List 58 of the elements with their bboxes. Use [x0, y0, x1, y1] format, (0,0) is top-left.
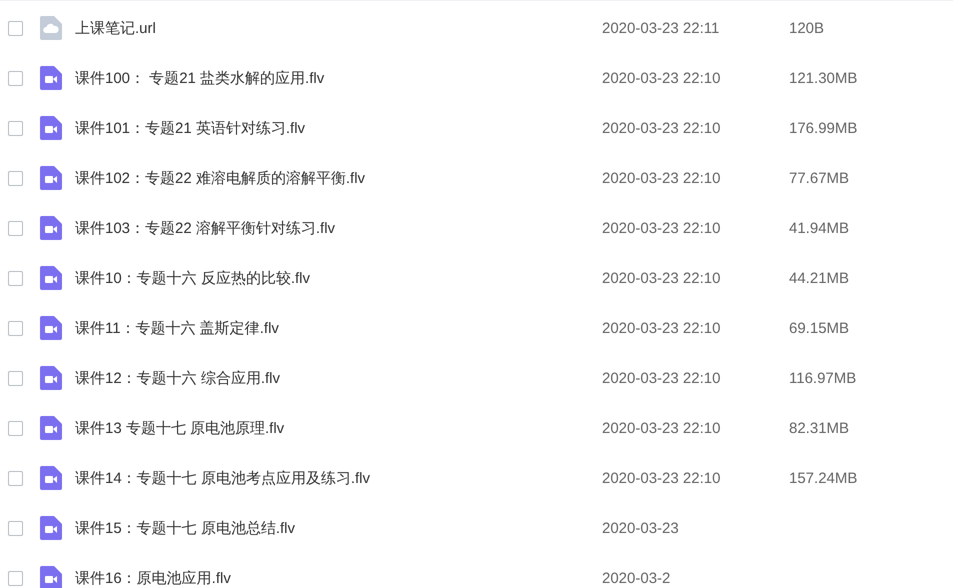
file-name[interactable]: 课件101：专题21 英语针对练习.flv [75, 118, 602, 138]
file-size: 77.67MB [789, 170, 850, 186]
file-size: 44.21MB [789, 270, 850, 286]
modified-date: 2020-03-23 22:10 [602, 270, 722, 286]
file-name[interactable]: 课件13 专题十七 原电池原理.flv [75, 418, 602, 438]
video-file-icon [40, 66, 62, 90]
file-name[interactable]: 课件102：专题22 难溶电解质的溶解平衡.flv [75, 168, 602, 188]
checkbox[interactable] [8, 270, 23, 286]
checkbox[interactable] [8, 320, 23, 336]
modified-date: 2020-03-23 [602, 520, 680, 536]
checkbox[interactable] [8, 470, 23, 486]
file-name[interactable]: 上课笔记.url [75, 18, 602, 38]
checkbox[interactable] [8, 370, 23, 386]
file-name[interactable]: 课件14：专题十七 原电池考点应用及练习.flv [75, 468, 602, 488]
file-name[interactable]: 课件12：专题十六 综合应用.flv [75, 368, 602, 388]
file-name[interactable]: 课件15：专题十七 原电池总结.flv [75, 518, 602, 538]
modified-date: 2020-03-23 22:11 [602, 20, 720, 36]
cloud-file-icon [40, 16, 62, 40]
file-size: 41.94MB [789, 220, 850, 236]
checkbox[interactable] [8, 220, 23, 236]
modified-date: 2020-03-23 22:10 [602, 70, 722, 86]
file-name[interactable]: 课件11：专题十六 盖斯定律.flv [75, 318, 602, 338]
file-name[interactable]: 课件16：原电池应用.flv [75, 568, 602, 588]
modified-date: 2020-03-23 22:10 [602, 470, 722, 486]
file-size: 69.15MB [789, 320, 850, 336]
checkbox[interactable] [8, 170, 23, 186]
checkbox[interactable] [8, 70, 23, 86]
modified-date: 2020-03-23 22:10 [602, 320, 722, 336]
checkbox[interactable] [8, 520, 23, 536]
modified-date: 2020-03-23 22:10 [602, 420, 722, 436]
modified-date: 2020-03-23 22:10 [602, 120, 722, 136]
modified-date: 2020-03-2 [602, 570, 672, 586]
file-name[interactable]: 课件100： 专题21 盐类水解的应用.flv [75, 68, 602, 88]
video-file-icon [40, 266, 62, 290]
video-file-icon [40, 216, 62, 240]
checkbox[interactable] [8, 570, 23, 586]
checkbox[interactable] [8, 420, 23, 436]
checkbox[interactable] [8, 20, 23, 36]
video-file-icon [40, 316, 62, 340]
file-size: 157.24MB [789, 470, 858, 486]
video-file-icon [40, 466, 62, 490]
video-file-icon [40, 516, 62, 540]
video-file-icon [40, 166, 62, 190]
modified-date: 2020-03-23 22:10 [602, 370, 722, 386]
file-name[interactable]: 课件103：专题22 溶解平衡针对练习.flv [75, 218, 602, 238]
checkbox[interactable] [8, 120, 23, 136]
modified-date: 2020-03-23 22:10 [602, 170, 722, 186]
file-size: 120B [789, 20, 824, 36]
video-file-icon [40, 566, 62, 588]
video-file-icon [40, 116, 62, 140]
modified-date: 2020-03-23 22:10 [602, 220, 722, 236]
file-size: 121.30MB [789, 70, 858, 86]
file-size: 176.99MB [789, 120, 858, 136]
file-size: 82.31MB [789, 420, 850, 436]
file-size: 116.97MB [789, 370, 856, 386]
file-name[interactable]: 课件10：专题十六 反应热的比较.flv [75, 268, 602, 288]
video-file-icon [40, 416, 62, 440]
video-file-icon [40, 366, 62, 390]
